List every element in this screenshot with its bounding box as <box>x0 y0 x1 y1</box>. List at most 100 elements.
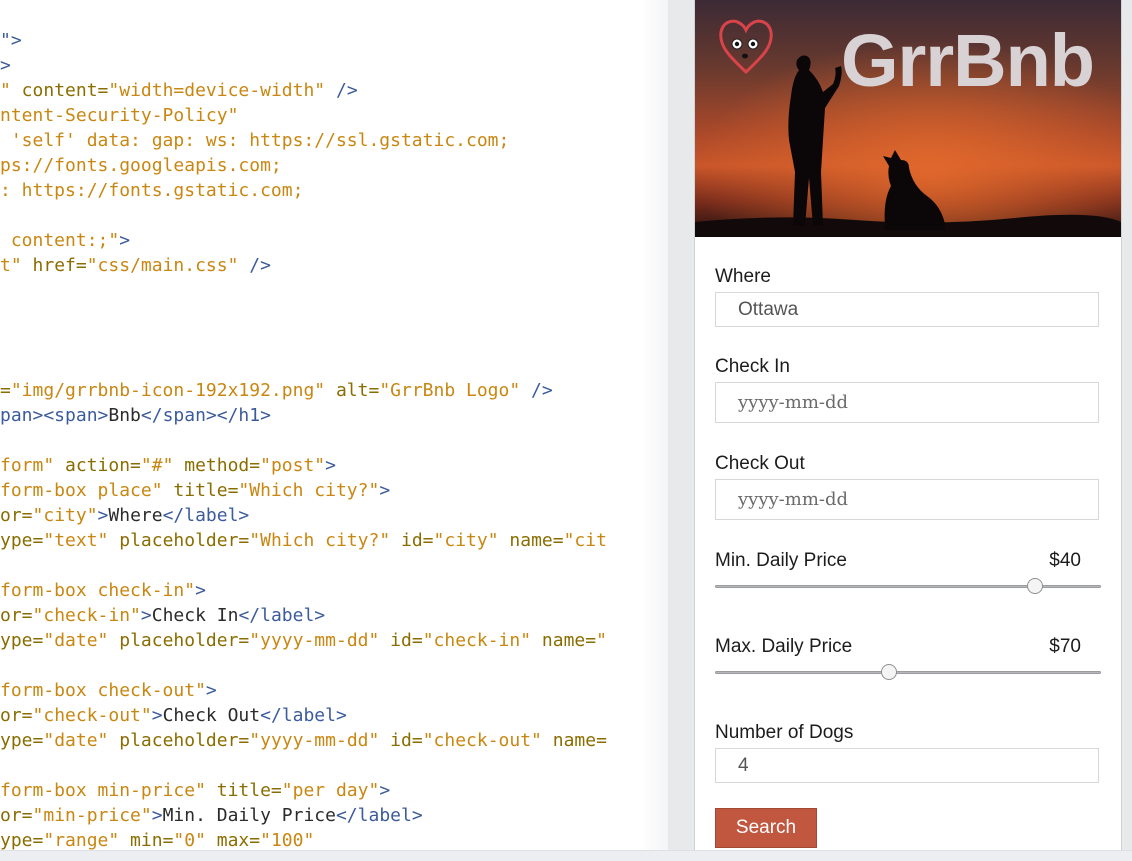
code-line[interactable]: " content="width=device-width" /> <box>0 78 358 103</box>
check-in-label: Check In <box>715 356 790 377</box>
min-price-slider[interactable] <box>715 577 1101 597</box>
code-token: "img/grrbnb-icon-192x192.png" <box>10 380 326 401</box>
code-token: "date" <box>43 630 109 651</box>
code-token: > <box>195 580 206 601</box>
code-token: > <box>205 680 217 701</box>
search-button[interactable]: Search <box>715 808 817 848</box>
code-line[interactable]: ype="date" placeholder="yyyy-mm-dd" id="… <box>0 728 607 753</box>
code-line[interactable]: pan><span>Bnb</span></h1> <box>0 403 271 428</box>
where-input[interactable]: Ottawa <box>715 292 1099 327</box>
code-line[interactable]: > <box>0 53 11 78</box>
code-token: > <box>151 805 163 826</box>
code-token: /> <box>238 255 271 276</box>
code-line[interactable]: ="img/grrbnb-icon-192x192.png" alt="GrrB… <box>0 378 553 403</box>
code-line[interactable]: form-box check-in"> <box>0 578 206 603</box>
code-token: " <box>0 80 11 101</box>
horizontal-scrollbar[interactable] <box>0 850 1132 861</box>
check-in-input[interactable]: yyyy-mm-dd <box>715 382 1099 423</box>
code-token: max= <box>205 830 261 850</box>
max-price-slider[interactable] <box>715 663 1101 683</box>
code-token: /> <box>520 380 553 401</box>
code-token: </span></h1> <box>140 405 271 426</box>
code-token: ps://fonts.googleapis.com; <box>0 155 282 176</box>
code-line[interactable]: ps://fonts.googleapis.com; <box>0 153 282 178</box>
code-token: form-box check-in" <box>0 580 196 601</box>
code-token: form" <box>0 455 55 476</box>
code-line[interactable]: form-box place" title="Which city?"> <box>0 478 390 503</box>
code-line[interactable]: ype="text" placeholder="Which city?" id=… <box>0 528 607 553</box>
code-token: > <box>119 230 131 251</box>
code-token: "text" <box>43 530 109 551</box>
code-token: "width=device-width" <box>108 80 326 101</box>
code-line[interactable]: "> <box>0 28 22 53</box>
max-price-value: $70 <box>1049 636 1081 657</box>
code-editor[interactable]: "> > " content="width=device-width" /> nten… <box>0 0 670 850</box>
code-token: id= <box>379 630 423 651</box>
code-token: </label> <box>238 605 326 626</box>
min-price-value: $40 <box>1049 550 1081 571</box>
code-token: > <box>379 780 391 801</box>
code-line[interactable]: ntent-Security-Policy" <box>0 103 238 128</box>
code-token: > <box>0 55 11 76</box>
code-token: or= <box>0 805 33 826</box>
code-token: "Which city?" <box>249 530 391 551</box>
code-token: t" <box>0 255 22 276</box>
slider-thumb[interactable] <box>880 664 897 680</box>
code-line[interactable]: : https://fonts.gstatic.com; <box>0 178 303 203</box>
code-token: title= <box>162 480 239 501</box>
code-token: ype= <box>0 630 44 651</box>
code-token: or= <box>0 505 33 526</box>
code-token: content= <box>10 80 109 101</box>
code-token: 'self' data: gap: ws: https://ssl.gstati… <box>0 130 510 151</box>
code-line[interactable]: ype="range" min="0" max="100" <box>0 828 314 850</box>
slider-track <box>715 671 1101 674</box>
split-divider[interactable] <box>640 0 670 850</box>
code-token: placeholder= <box>108 530 250 551</box>
check-out-label: Check Out <box>715 453 805 474</box>
app-card: GrrBnb Where Ottawa Check In yyyy-mm-dd … <box>694 0 1122 850</box>
code-token: = <box>0 380 11 401</box>
code-token: id= <box>390 530 434 551</box>
code-token: "Which city?" <box>238 480 380 501</box>
slider-thumb[interactable] <box>1027 578 1044 594</box>
code-token: "check-in" <box>422 630 532 651</box>
code-token: " <box>596 630 607 651</box>
code-token: > <box>379 480 391 501</box>
code-line[interactable]: or="check-in">Check In</label> <box>0 603 325 628</box>
code-token: "#" <box>140 455 174 476</box>
code-token: pan><span> <box>0 405 109 426</box>
code-token: name= <box>541 730 607 751</box>
code-token: > <box>151 705 163 726</box>
code-line[interactable]: or="city">Where</label> <box>0 503 249 528</box>
code-token: "date" <box>43 730 109 751</box>
dogs-input[interactable]: 4 <box>715 748 1099 783</box>
dogs-label: Number of Dogs <box>715 722 854 743</box>
code-token: > <box>140 605 152 626</box>
code-token: form-box min-price" <box>0 780 206 801</box>
code-token: Check In <box>151 605 239 626</box>
code-token: title= <box>205 780 282 801</box>
code-line[interactable]: or="check-out">Check Out</label> <box>0 703 347 728</box>
code-token: "check-in" <box>32 605 141 626</box>
code-line[interactable]: form-box check-out"> <box>0 678 217 703</box>
code-line[interactable]: content:;"> <box>0 228 130 253</box>
code-token: id= <box>379 730 423 751</box>
code-token: alt= <box>325 380 380 401</box>
code-token: "yyyy-mm-dd" <box>249 730 380 751</box>
code-line[interactable]: or="min-price">Min. Daily Price</label> <box>0 803 423 828</box>
code-token: </label> <box>335 805 423 826</box>
code-token: "0" <box>173 830 206 850</box>
min-price-label: Min. Daily Price <box>715 550 847 571</box>
code-token: "city" <box>433 530 499 551</box>
code-line[interactable]: ype="date" placeholder="yyyy-mm-dd" id="… <box>0 628 607 653</box>
code-token: "> <box>0 30 22 51</box>
code-line[interactable]: 'self' data: gap: ws: https://ssl.gstati… <box>0 128 510 153</box>
code-token: form-box place" <box>0 480 163 501</box>
check-out-input[interactable]: yyyy-mm-dd <box>715 479 1099 520</box>
code-token: or= <box>0 705 33 726</box>
code-line[interactable]: form" action="#" method="post"> <box>0 453 336 478</box>
app-preview-pane: GrrBnb Where Ottawa Check In yyyy-mm-dd … <box>668 0 1132 850</box>
code-line[interactable]: form-box min-price" title="per day"> <box>0 778 390 803</box>
code-line[interactable]: t" href="css/main.css" /> <box>0 253 271 278</box>
code-token: ntent-Security-Policy" <box>0 105 239 126</box>
